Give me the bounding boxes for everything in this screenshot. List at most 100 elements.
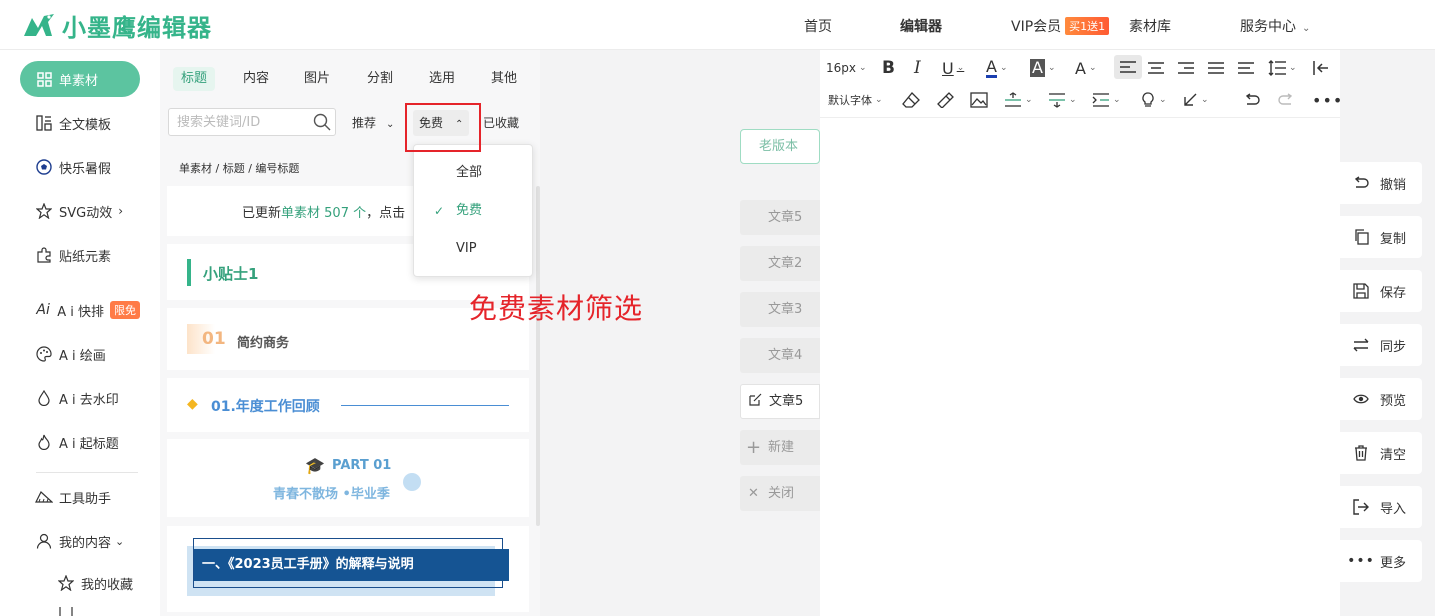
format-painter-icon[interactable]	[936, 88, 954, 112]
sort-dropdown[interactable]: 推荐 ⌄	[346, 110, 400, 136]
redo-icon[interactable]	[1278, 88, 1294, 112]
align-center-icon[interactable]	[1148, 56, 1164, 80]
sidebar-item-full-template[interactable]: 全文模板	[20, 105, 140, 141]
arrow-down-left-icon[interactable]: ⌄	[1182, 88, 1209, 112]
bulb-icon[interactable]: ⌄	[1140, 88, 1167, 112]
sidebar-item-ai-layout[interactable]: Ai A i 快排 限免	[20, 292, 140, 328]
breadcrumb-item[interactable]: 标题	[223, 162, 245, 175]
editor-canvas[interactable]	[820, 119, 1340, 616]
sidebar-item-tools[interactable]: 工具助手	[20, 479, 140, 515]
update-count[interactable]: 单素材 507 个	[281, 202, 366, 221]
nav-editor[interactable]: 编辑器	[900, 16, 942, 36]
more-action-button[interactable]: ••• 更多	[1340, 540, 1422, 582]
puzzle-icon	[35, 246, 53, 264]
material-panel: 标题 内容 图片 分割 选用 其他 推荐⌄ 免费⌃ 已收藏 单素材 / 标题 /…	[160, 50, 540, 616]
eye-icon	[1352, 390, 1370, 408]
dropdown-option-all[interactable]: 全部	[414, 156, 532, 190]
sidebar-item-ai-title[interactable]: A i 起标题	[20, 424, 140, 460]
font-family-select[interactable]: 默认字体 ⌄	[828, 88, 883, 112]
sidebar-item-single-material[interactable]: 单素材	[20, 61, 140, 97]
font-size-select[interactable]: 16px ⌄	[826, 56, 867, 80]
font-family-value: 默认字体	[828, 94, 872, 107]
nav-library[interactable]: 素材库	[1129, 16, 1171, 36]
spacing-before-icon[interactable]: ⌄	[1004, 88, 1033, 112]
sidebar-item-stickers[interactable]: 贴纸元素	[20, 237, 140, 273]
font-color-icon[interactable]: A ⌄	[986, 56, 1008, 80]
eraser-icon[interactable]	[902, 88, 920, 112]
highlight-color-icon[interactable]: A ⌄	[1030, 56, 1056, 80]
logo-text: 小墨鹰编辑器	[62, 13, 212, 42]
search-icon[interactable]	[313, 113, 331, 135]
import-action-button[interactable]: 导入	[1340, 486, 1422, 528]
font-size-value: 16px	[826, 61, 856, 75]
material-card-part[interactable]: 🎓 PART 01 青春不散场 •毕业季	[167, 439, 529, 517]
sidebar-item-favorites[interactable]: 我的收藏	[42, 565, 162, 601]
italic-icon[interactable]: I	[914, 56, 921, 80]
scrollbar[interactable]	[536, 186, 540, 526]
article-tab[interactable]: 文章4	[740, 338, 820, 373]
palette-icon	[35, 345, 53, 363]
text-effect-icon[interactable]: A ⌄	[1075, 56, 1097, 80]
card-title: 简约商务	[237, 336, 290, 351]
bold-icon[interactable]: B	[882, 56, 895, 80]
article-tab[interactable]: 文章2	[740, 246, 820, 281]
article-tab-current[interactable]: 文章5	[740, 384, 820, 419]
close-label: 关闭	[768, 486, 795, 501]
underline-icon[interactable]: U ⌄	[942, 56, 964, 80]
spacing-after-icon[interactable]: ⌄	[1048, 88, 1077, 112]
line-height-icon[interactable]: ⌄	[1268, 56, 1297, 80]
close-icon: ✕	[748, 486, 759, 501]
material-card-line[interactable]: ◆ 01.年度工作回顾	[167, 378, 529, 432]
old-version-button[interactable]: 老版本	[740, 129, 820, 164]
drop-icon	[35, 389, 53, 407]
align-justify-icon[interactable]	[1208, 56, 1224, 80]
tab-image[interactable]: 图片	[296, 67, 338, 91]
indent-icon[interactable]	[1238, 56, 1254, 80]
copy-action-button[interactable]: 复制	[1340, 216, 1422, 258]
tip-text: 小贴士1	[203, 265, 259, 283]
document-icon	[57, 607, 75, 616]
align-left-icon[interactable]	[1114, 55, 1142, 79]
update-prefix: 已更新	[242, 205, 282, 221]
sidebar-item-ai-watermark[interactable]: A i 去水印	[20, 380, 140, 416]
dropdown-option-free[interactable]: ✓ 免费	[414, 194, 532, 228]
option-label: 免费	[456, 203, 483, 218]
article-tab[interactable]: 文章5	[740, 200, 820, 235]
vip-promo-badge: 买1送1	[1065, 17, 1110, 35]
logo[interactable]: 小墨鹰编辑器	[22, 6, 212, 44]
new-article-button[interactable]: + 新建	[740, 430, 820, 465]
sidebar-item-my-content[interactable]: 我的内容 ⌄	[20, 523, 140, 559]
tab-content[interactable]: 内容	[235, 67, 277, 91]
preview-action-button[interactable]: 预览	[1340, 378, 1422, 420]
tab-selection[interactable]: 选用	[421, 67, 463, 91]
tab-other[interactable]: 其他	[483, 67, 525, 91]
action-label: 保存	[1380, 285, 1407, 301]
sidebar-item-label: 工具助手	[59, 491, 112, 507]
article-tab[interactable]: 文章3	[740, 292, 820, 327]
dropdown-option-vip[interactable]: VIP	[414, 232, 532, 266]
breadcrumb-item[interactable]: 单素材	[179, 162, 212, 175]
material-card-banner[interactable]: 一、《2023员工手册》的解释与说明	[167, 526, 529, 612]
undo-icon[interactable]	[1244, 88, 1260, 112]
letter-spacing-icon[interactable]: ⌄	[1092, 88, 1121, 112]
sidebar-item-summer[interactable]: 快乐暑假	[20, 149, 140, 185]
sidebar-item-ai-draw[interactable]: A i 绘画	[20, 336, 140, 372]
nav-home[interactable]: 首页	[804, 16, 832, 36]
undo-action-button[interactable]: 撤销	[1340, 162, 1422, 204]
sync-action-button[interactable]: 同步	[1340, 324, 1422, 366]
nav-service[interactable]: 服务中心 ⌄	[1240, 16, 1310, 36]
more-icon[interactable]: •••	[1312, 88, 1343, 112]
save-action-button[interactable]: 保存	[1340, 270, 1422, 312]
align-right-icon[interactable]	[1178, 56, 1194, 80]
tab-title[interactable]: 标题	[173, 67, 216, 91]
search-input[interactable]	[169, 109, 309, 135]
tab-divider[interactable]: 分割	[359, 67, 401, 91]
clear-action-button[interactable]: 清空	[1340, 432, 1422, 474]
image-icon[interactable]	[970, 88, 988, 112]
sidebar-item-label: A i 起标题	[59, 436, 119, 452]
close-article-button[interactable]: ✕ 关闭	[740, 476, 820, 511]
nav-vip[interactable]: VIP会员 买1送1	[1011, 16, 1110, 36]
sidebar-item-svg[interactable]: SVG动效 ›	[20, 193, 140, 229]
collapse-toolbar-icon[interactable]	[1312, 56, 1330, 80]
favorites-filter[interactable]: 已收藏	[477, 110, 525, 136]
